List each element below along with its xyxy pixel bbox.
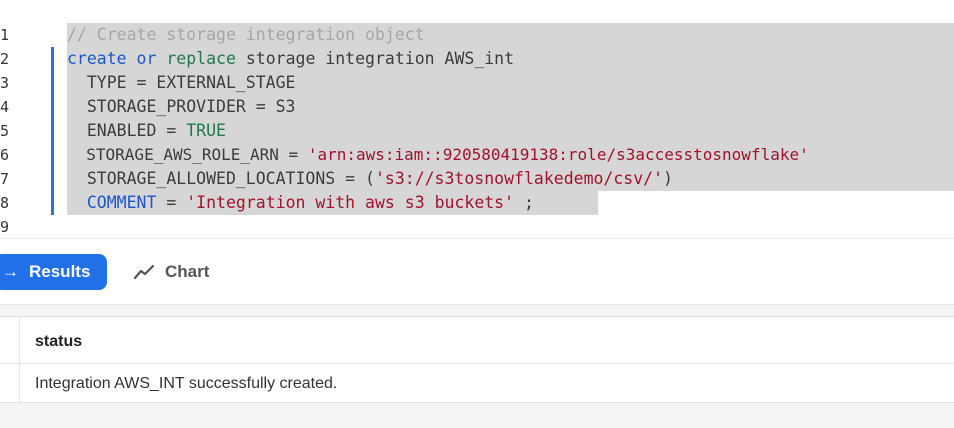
change-marker [51, 119, 54, 143]
change-marker [51, 71, 54, 95]
chart-tab[interactable]: Chart [133, 254, 209, 290]
change-marker [51, 191, 54, 215]
results-tab-label: Results [29, 262, 91, 281]
results-tab[interactable]: → Results [0, 254, 107, 290]
change-marker [51, 167, 54, 191]
change-marker [51, 95, 54, 119]
change-marker [51, 47, 54, 71]
sql-editor[interactable]: 1 // Create storage integration object 2… [0, 0, 954, 238]
header-divider [0, 363, 954, 364]
code-text: STORAGE_ALLOWED_LOCATIONS = ('s3://s3tos… [67, 169, 673, 188]
arrow-right-icon: → [2, 262, 19, 281]
results-grid[interactable]: status Integration AWS_INT successfully … [0, 316, 954, 403]
code-line: 9 [0, 215, 954, 238]
code-comment: // Create storage integration object [67, 25, 425, 44]
code-text: create or replace storage integration AW… [67, 49, 515, 68]
code-text: STORAGE_AWS_ROLE_ARN = 'arn:aws:iam::920… [67, 145, 809, 164]
code-line: 5 ENABLED = TRUE [0, 119, 954, 143]
grid-footer [0, 402, 954, 428]
code-line: 8 COMMENT = 'Integration with aws s3 buc… [0, 191, 954, 215]
line-number: 8 [0, 194, 10, 212]
line-number: 2 [0, 50, 10, 68]
code-line: 4 STORAGE_PROVIDER = S3 [0, 95, 954, 119]
row-index-column [19, 317, 20, 403]
code-line: 6 STORAGE_AWS_ROLE_ARN = 'arn:aws:iam::9… [0, 143, 954, 167]
line-number: 7 [0, 170, 10, 188]
chart-line-icon [133, 264, 155, 280]
code-text: TYPE = EXTERNAL_STAGE [67, 73, 296, 92]
line-number: 1 [0, 26, 10, 44]
code-text: COMMENT = 'Integration with aws s3 bucke… [86, 193, 534, 212]
line-number: 9 [0, 218, 10, 236]
chart-tab-label: Chart [165, 262, 210, 281]
line-number: 4 [0, 98, 10, 116]
code-line: 3 TYPE = EXTERNAL_STAGE [0, 71, 954, 95]
line-number: 3 [0, 74, 10, 92]
change-marker [51, 143, 54, 167]
line-number: 5 [0, 122, 10, 140]
table-cell[interactable]: Integration AWS_INT successfully created… [35, 375, 337, 393]
code-line: 7 STORAGE_ALLOWED_LOCATIONS = ('s3://s3t… [0, 167, 954, 191]
code-line: 1 // Create storage integration object [0, 23, 954, 47]
code-line: 2 create or replace storage integration … [0, 47, 954, 71]
column-header-status[interactable]: status [35, 333, 82, 351]
line-number: 6 [0, 146, 10, 164]
results-toolbar: → Results Chart [0, 238, 954, 305]
code-text: ENABLED = TRUE [67, 121, 226, 140]
code-text: STORAGE_PROVIDER = S3 [67, 97, 296, 116]
